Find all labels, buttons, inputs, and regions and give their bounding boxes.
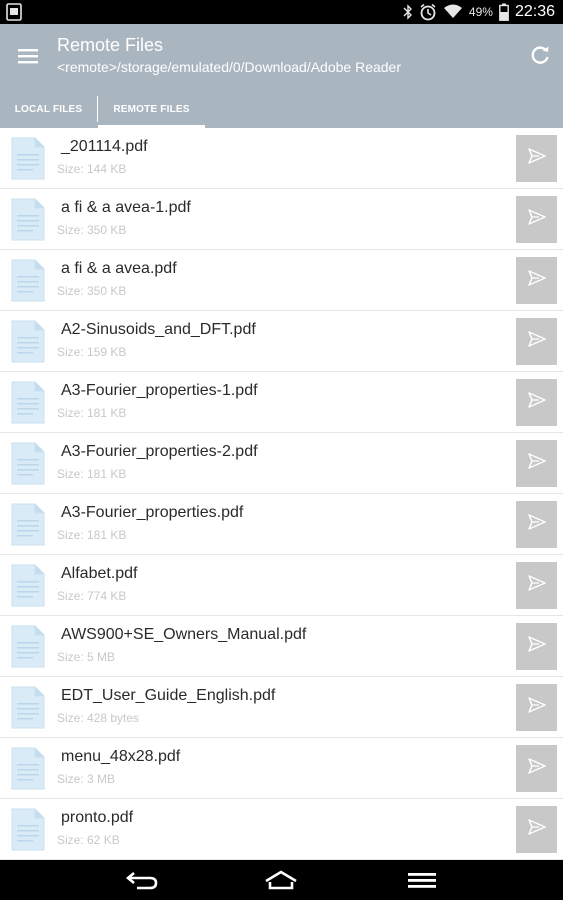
pdf-file-icon xyxy=(11,198,45,241)
send-file-button[interactable] xyxy=(516,196,557,243)
file-name: Alfabet.pdf xyxy=(61,565,138,582)
file-name: A3-Fourier_properties-2.pdf xyxy=(61,443,258,460)
send-icon xyxy=(527,757,547,780)
pdf-file-icon xyxy=(11,381,45,424)
pdf-file-icon xyxy=(11,320,45,363)
send-file-button[interactable] xyxy=(516,257,557,304)
pdf-file-icon xyxy=(11,503,45,546)
file-size: Size: 3 MB xyxy=(57,772,116,786)
send-icon xyxy=(527,574,547,597)
send-icon xyxy=(527,391,547,414)
pdf-file-icon xyxy=(11,686,45,729)
send-icon xyxy=(527,635,547,658)
send-icon xyxy=(527,513,547,536)
battery-icon xyxy=(499,3,509,21)
file-row[interactable]: AWS900+SE_Owners_Manual.pdf Size: 5 MB xyxy=(0,616,563,677)
pdf-file-icon xyxy=(11,625,45,668)
file-size: Size: 5 MB xyxy=(57,650,116,664)
file-row[interactable]: a fi & a avea.pdf Size: 350 KB xyxy=(0,250,563,311)
file-row[interactable]: A3-Fourier_properties-2.pdf Size: 181 KB xyxy=(0,433,563,494)
send-file-button[interactable] xyxy=(516,623,557,670)
clock: 22:36 xyxy=(514,3,555,20)
pdf-file-icon xyxy=(11,137,45,180)
file-row[interactable]: menu_48x28.pdf Size: 3 MB xyxy=(0,738,563,799)
send-icon xyxy=(527,208,547,231)
send-file-button[interactable] xyxy=(516,379,557,426)
send-file-button[interactable] xyxy=(516,440,557,487)
home-icon[interactable] xyxy=(263,868,299,892)
file-row[interactable]: _201114.pdf Size: 144 KB xyxy=(0,128,563,189)
send-file-button[interactable] xyxy=(516,745,557,792)
pdf-file-icon xyxy=(11,259,45,302)
wifi-icon xyxy=(443,4,462,18)
navigation-bar xyxy=(0,860,563,900)
send-file-button[interactable] xyxy=(516,135,557,182)
tab-remote-files[interactable]: REMOTE FILES xyxy=(98,90,205,128)
file-name: AWS900+SE_Owners_Manual.pdf xyxy=(61,626,307,643)
file-list: _201114.pdf Size: 144 KB a fi & a avea-1.p… xyxy=(0,128,563,860)
file-name: A3-Fourier_properties-1.pdf xyxy=(61,382,258,399)
file-row[interactable]: EDT_User_Guide_English.pdf Size: 428 byte… xyxy=(0,677,563,738)
menu-icon[interactable] xyxy=(16,44,40,68)
file-row[interactable]: pronto.pdf Size: 62 KB xyxy=(0,799,563,860)
battery-percent: 49% xyxy=(468,5,493,19)
alarm-icon xyxy=(420,3,436,21)
current-path: <remote>/storage/emulated/0/Download/Ado… xyxy=(57,59,401,75)
send-icon xyxy=(527,269,547,292)
send-file-button[interactable] xyxy=(516,806,557,853)
file-row[interactable]: A3-Fourier_properties-1.pdf Size: 181 KB xyxy=(0,372,563,433)
send-file-button[interactable] xyxy=(516,318,557,365)
send-icon xyxy=(527,452,547,475)
file-name: a fi & a avea-1.pdf xyxy=(61,199,191,216)
bluetooth-icon xyxy=(403,4,412,20)
file-name: A2-Sinusoids_and_DFT.pdf xyxy=(61,321,256,338)
send-file-button[interactable] xyxy=(516,562,557,609)
file-size: Size: 181 KB xyxy=(57,528,127,542)
file-name: _201114.pdf xyxy=(61,138,148,155)
file-size: Size: 350 KB xyxy=(57,223,127,237)
file-name: A3-Fourier_properties.pdf xyxy=(61,504,244,521)
send-icon xyxy=(527,330,547,353)
overflow-menu-icon[interactable] xyxy=(404,868,440,892)
tab-local-files[interactable]: LOCAL FILES xyxy=(0,90,97,128)
file-row[interactable]: a fi & a avea-1.pdf Size: 350 KB xyxy=(0,189,563,250)
pdf-file-icon xyxy=(11,808,45,851)
file-row[interactable]: Alfabet.pdf Size: 774 KB xyxy=(0,555,563,616)
refresh-icon[interactable] xyxy=(529,44,551,66)
app-bar: Remote Files <remote>/storage/emulated/0… xyxy=(0,24,563,128)
file-size: Size: 181 KB xyxy=(57,467,127,481)
file-size: Size: 144 KB xyxy=(57,162,127,176)
screenshot-icon xyxy=(6,3,22,21)
file-name: pronto.pdf xyxy=(61,809,134,826)
file-size: Size: 350 KB xyxy=(57,284,127,298)
file-name: menu_48x28.pdf xyxy=(61,748,181,765)
send-icon xyxy=(527,696,547,719)
file-name: a fi & a avea.pdf xyxy=(61,260,177,277)
pdf-file-icon xyxy=(11,442,45,485)
file-size: Size: 62 KB xyxy=(57,833,120,847)
file-row[interactable]: A2-Sinusoids_and_DFT.pdf Size: 159 KB xyxy=(0,311,563,372)
pdf-file-icon xyxy=(11,564,45,607)
pdf-file-icon xyxy=(11,747,45,790)
tab-bar: LOCAL FILES REMOTE FILES xyxy=(0,90,563,128)
send-icon xyxy=(527,818,547,841)
send-file-button[interactable] xyxy=(516,684,557,731)
back-icon[interactable] xyxy=(124,868,160,892)
send-icon xyxy=(527,147,547,170)
status-bar: 49% 22:36 xyxy=(0,0,563,24)
file-row[interactable]: A3-Fourier_properties.pdf Size: 181 KB xyxy=(0,494,563,555)
file-name: EDT_User_Guide_English.pdf xyxy=(61,687,276,704)
file-size: Size: 181 KB xyxy=(57,406,127,420)
send-file-button[interactable] xyxy=(516,501,557,548)
file-size: Size: 159 KB xyxy=(57,345,127,359)
file-size: Size: 428 bytes xyxy=(57,711,140,725)
file-size: Size: 774 KB xyxy=(57,589,127,603)
page-title: Remote Files xyxy=(57,35,164,55)
